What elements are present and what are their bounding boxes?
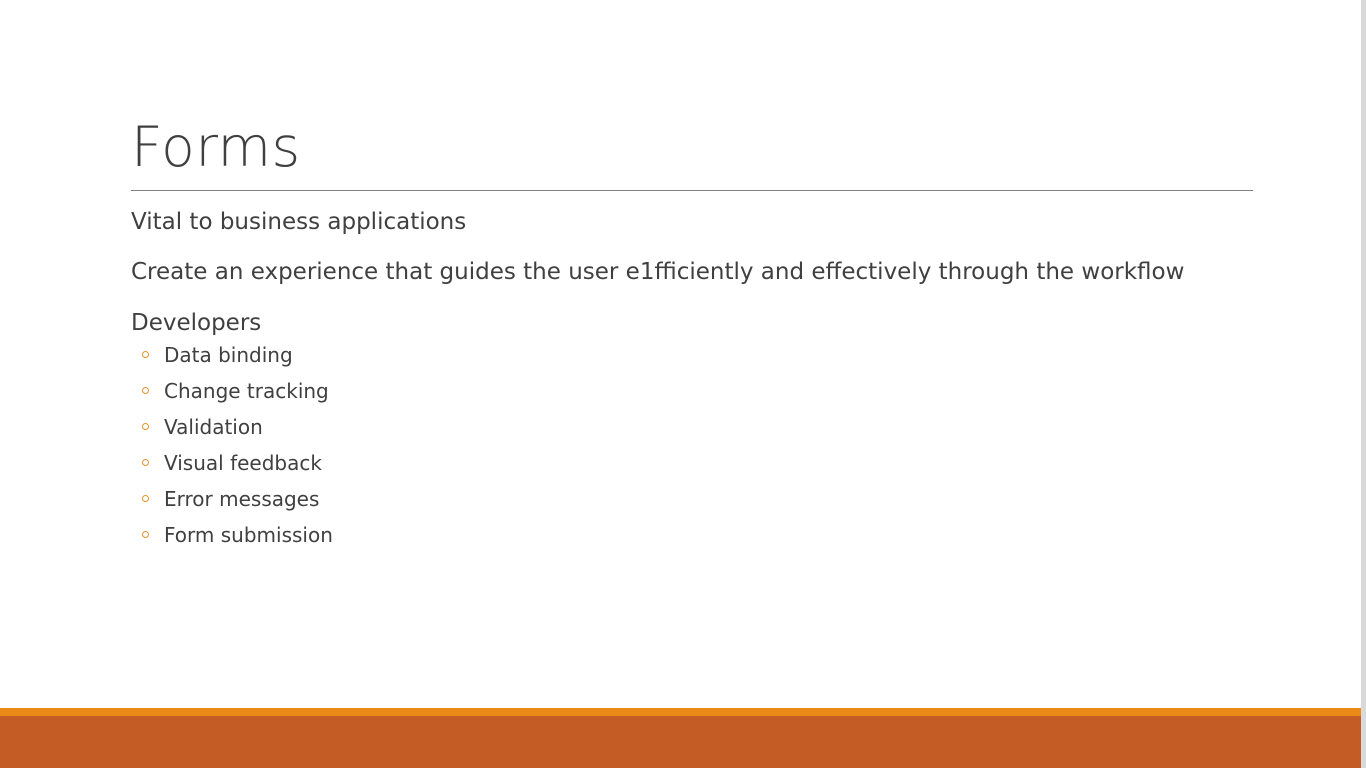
bullet-item: Validation [131, 414, 1261, 440]
bullet-item: Visual feedback [131, 450, 1261, 476]
bullet-circle-icon [142, 387, 149, 394]
bullet-text: Error messages [164, 487, 320, 511]
bullet-circle-icon [142, 459, 149, 466]
bullet-item: Error messages [131, 486, 1261, 512]
window-edge [1361, 0, 1366, 768]
bullet-circle-icon [142, 351, 149, 358]
bullet-circle-icon [142, 423, 149, 430]
bullet-item: Change tracking [131, 378, 1261, 404]
title-divider [131, 190, 1253, 191]
footer-accent-line [0, 708, 1366, 716]
bullet-item: Data binding [131, 342, 1261, 368]
bullet-text: Change tracking [164, 379, 329, 403]
bullet-text: Form submission [164, 523, 333, 547]
bullet-circle-icon [142, 495, 149, 502]
bullet-text: Visual feedback [164, 451, 322, 475]
slide-body: Vital to business applications Create an… [131, 206, 1261, 558]
body-paragraph: Vital to business applications [131, 209, 467, 235]
slide: Forms Vital to business applications Cre… [0, 0, 1366, 768]
bullet-text: Data binding [164, 343, 293, 367]
body-paragraph: Developers [131, 310, 262, 336]
footer-bar [0, 716, 1366, 768]
body-paragraph: Create an experience that guides the use… [131, 259, 1185, 285]
bullet-circle-icon [142, 531, 149, 538]
developers-bullet-list: Data binding Change tracking Validation … [131, 342, 1261, 548]
slide-title: Forms [131, 115, 301, 179]
bullet-text: Validation [164, 415, 263, 439]
bullet-item: Form submission [131, 522, 1261, 548]
